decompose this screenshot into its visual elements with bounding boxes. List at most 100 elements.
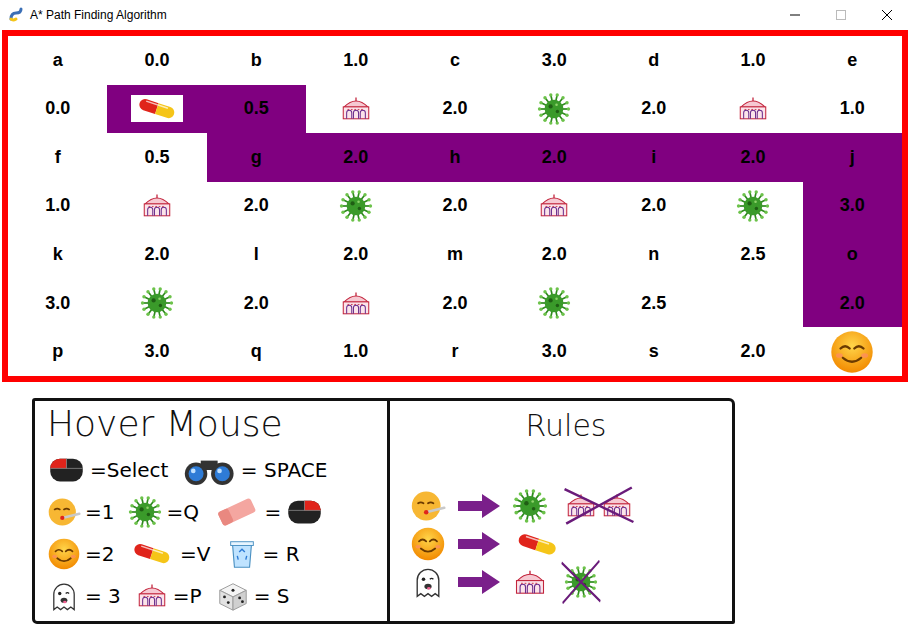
grid-cell[interactable]: 1.0 [8,182,107,231]
grid-cell[interactable]: 2.0 [604,85,703,134]
legend-label: = [265,500,282,524]
grid-cell[interactable] [107,279,206,328]
path-cell[interactable]: 0.5 [207,85,306,134]
cell-text: 2.0 [442,195,467,216]
cell-text: 3.0 [144,341,169,362]
path-cell[interactable]: h [405,133,504,182]
grid-cell[interactable]: m [405,230,504,279]
cell-icon-holder [734,189,772,223]
close-button[interactable] [864,0,910,30]
grid-cell[interactable]: 1.0 [703,36,802,85]
grid-cell[interactable] [306,182,405,231]
grid-cell[interactable]: 2.5 [604,279,703,328]
grid-cell[interactable]: 0.5 [107,133,206,182]
grid-cell[interactable]: n [604,230,703,279]
maximize-button[interactable] [818,0,864,30]
grid-cell[interactable] [107,182,206,231]
virus-icon [140,286,174,320]
grid-cell[interactable]: c [405,36,504,85]
grid-cell[interactable] [803,327,902,376]
smiley-icon [47,537,81,571]
grid-cell[interactable] [306,85,405,134]
grid-cell[interactable]: l [207,230,306,279]
grid-cell[interactable]: f [8,133,107,182]
grid-cell[interactable]: d [604,36,703,85]
grid-cell[interactable]: k [8,230,107,279]
grid-cell[interactable]: 2.0 [405,279,504,328]
grid-cell[interactable]: a [8,36,107,85]
grid-cell[interactable]: s [604,327,703,376]
cell-text: 2.0 [641,98,666,119]
grid-cell[interactable]: 2.0 [505,230,604,279]
virus-icon [537,286,571,320]
grid-cell[interactable] [505,85,604,134]
grid-cell[interactable]: 3.0 [505,36,604,85]
grid-cell[interactable]: 3.0 [107,327,206,376]
path-cell[interactable]: 2.0 [803,279,902,328]
pill-icon [128,540,176,567]
grid-cell[interactable]: 2.0 [405,85,504,134]
grid-cell[interactable]: 2.0 [306,230,405,279]
grid-cell[interactable]: 2.5 [703,230,802,279]
grid-cell[interactable]: b [207,36,306,85]
grid-cell[interactable] [703,85,802,134]
grid-cell[interactable]: q [207,327,306,376]
arrow-icon [456,530,502,558]
legend-label: = SPACE [241,458,328,482]
palace-icon [537,192,571,219]
path-cell[interactable]: 2.0 [703,133,802,182]
grid-cell[interactable]: 0.0 [8,85,107,134]
grid-cell[interactable]: 2.0 [703,327,802,376]
grid-cell[interactable]: 1.0 [306,327,405,376]
path-cell[interactable]: 3.0 [803,182,902,231]
legend-label: =Q [166,500,199,524]
legend-item: = 3 [47,579,121,613]
legend-item: = SPACE [182,453,327,487]
cell-text: s [649,341,659,362]
grid-cell[interactable] [306,279,405,328]
grid-cell[interactable]: e [803,36,902,85]
path-cell[interactable] [107,85,206,134]
grid-cell[interactable]: p [8,327,107,376]
grid-cell[interactable] [703,182,802,231]
path-cell[interactable]: g [207,133,306,182]
cell-text: o [847,244,858,265]
cell-text: 0.5 [144,147,169,168]
dice-icon [216,579,250,613]
pill-icon [133,95,181,122]
bin-icon [225,537,259,571]
path-cell[interactable]: i [604,133,703,182]
cell-text: 2.0 [244,293,269,314]
cell-text: 2.5 [641,293,666,314]
cell-text: 1.0 [45,195,70,216]
grid-cell[interactable]: 1.0 [306,36,405,85]
grid-cell[interactable]: 1.0 [803,85,902,134]
minimize-button[interactable] [772,0,818,30]
path-cell[interactable]: 2.0 [505,133,604,182]
grid-cell[interactable]: 2.0 [405,182,504,231]
grid-cell[interactable] [505,279,604,328]
cell-text: f [55,147,61,168]
legend-label: = 3 [85,584,121,608]
grid-cell[interactable]: 2.0 [107,230,206,279]
grid-cell[interactable]: 3.0 [8,279,107,328]
legend-row: = 3=P= S [47,577,379,615]
mouse-right-icon [285,497,324,527]
rule-row [410,487,722,525]
grid-cell[interactable] [505,182,604,231]
cell-text: 2.0 [442,293,467,314]
grid-cell[interactable]: 2.0 [207,182,306,231]
cell-text: 2.0 [542,147,567,168]
grid-cell[interactable]: r [405,327,504,376]
grid-cell[interactable] [703,279,802,328]
sick-icon [410,488,446,524]
path-cell[interactable]: j [803,133,902,182]
grid-cell[interactable]: 0.0 [107,36,206,85]
cell-text: e [847,50,857,71]
path-cell[interactable]: 2.0 [306,133,405,182]
grid-cell[interactable]: 3.0 [505,327,604,376]
path-cell[interactable]: o [803,230,902,279]
grid-cell[interactable]: 2.0 [207,279,306,328]
grid-cell[interactable]: 2.0 [604,182,703,231]
legend-row: =Select= SPACE [47,451,379,489]
